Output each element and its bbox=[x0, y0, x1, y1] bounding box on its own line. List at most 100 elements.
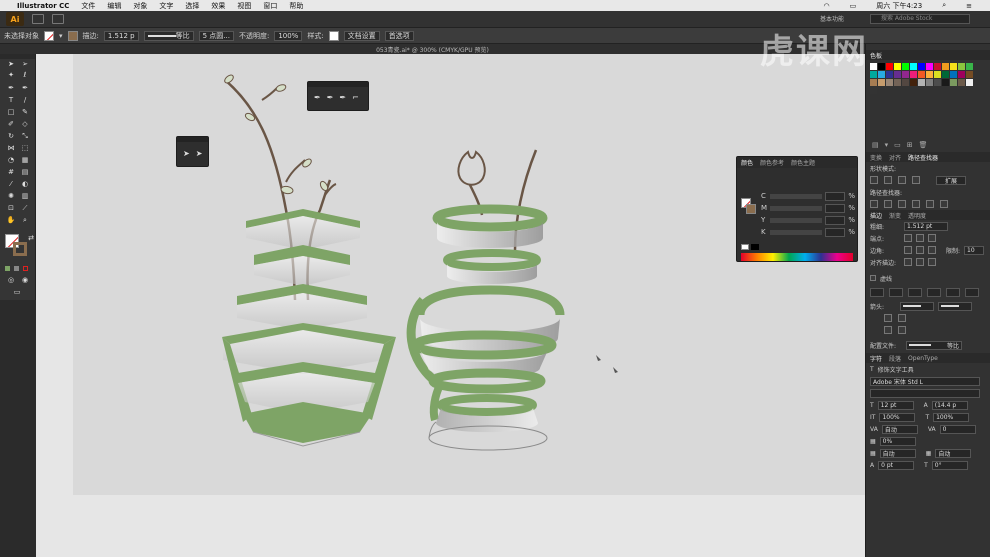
color-swatch[interactable] bbox=[942, 79, 949, 86]
scale-tool-icon[interactable]: ⤡ bbox=[20, 132, 30, 140]
new-group-icon[interactable]: ▭ bbox=[894, 141, 901, 149]
color-swatch[interactable] bbox=[910, 71, 917, 78]
miter-join-icon[interactable] bbox=[904, 246, 912, 254]
pen-tool-icon[interactable]: ✒ bbox=[6, 84, 16, 92]
lasso-icon[interactable]: ℓ bbox=[20, 71, 30, 79]
white-swatch[interactable] bbox=[741, 244, 749, 250]
swap-colors-icon[interactable]: ⇄ bbox=[26, 234, 36, 242]
touch-type-button[interactable]: 修饰文字工具 bbox=[878, 365, 914, 374]
align-outside-icon[interactable] bbox=[928, 258, 936, 266]
tab-transparency[interactable]: 透明度 bbox=[908, 211, 926, 220]
color-mode-icon[interactable] bbox=[5, 266, 10, 271]
eyedropper-icon[interactable]: ⁄ bbox=[6, 180, 16, 188]
round-join-icon[interactable] bbox=[916, 246, 924, 254]
tab-transform[interactable]: 变换 bbox=[870, 153, 882, 162]
color-swatch[interactable] bbox=[910, 79, 917, 86]
end-arrow-select[interactable] bbox=[938, 301, 972, 311]
swatch-grid[interactable] bbox=[866, 60, 990, 138]
color-swatch[interactable] bbox=[958, 71, 965, 78]
blend-tool-icon[interactable]: ◐ bbox=[20, 180, 30, 188]
crop-icon[interactable] bbox=[912, 200, 920, 208]
color-swatch[interactable] bbox=[878, 71, 885, 78]
color-swatch[interactable] bbox=[870, 79, 877, 86]
tab-stroke[interactable]: 描边 bbox=[870, 211, 882, 220]
stem-path[interactable] bbox=[261, 87, 278, 101]
rectangle-tool-icon[interactable]: □ bbox=[6, 108, 16, 116]
show-kinds-icon[interactable]: ▾ bbox=[885, 141, 889, 149]
vase-ring[interactable] bbox=[415, 285, 565, 316]
color-swatch[interactable] bbox=[886, 71, 893, 78]
leaf[interactable] bbox=[301, 157, 313, 168]
color-swatch[interactable] bbox=[926, 79, 933, 86]
aki-left-field[interactable]: 自动 bbox=[879, 448, 916, 458]
color-spectrum[interactable] bbox=[741, 253, 853, 261]
tracking-field[interactable]: 0 bbox=[939, 424, 976, 434]
delete-icon[interactable]: 🗑 bbox=[919, 141, 928, 149]
symbol-sprayer-icon[interactable]: ✺ bbox=[6, 192, 16, 200]
group-select-icon[interactable]: ➤ bbox=[196, 149, 203, 158]
bevel-join-icon[interactable] bbox=[928, 246, 936, 254]
minus-back-icon[interactable] bbox=[940, 200, 948, 208]
left-vase[interactable] bbox=[222, 73, 396, 447]
character-rotation-field[interactable]: 0° bbox=[931, 460, 968, 470]
arrow-scale-field[interactable] bbox=[884, 314, 892, 322]
trim-icon[interactable] bbox=[884, 200, 892, 208]
graph-tool-icon[interactable]: ▥ bbox=[20, 192, 30, 200]
perspective-grid-icon[interactable]: ▦ bbox=[20, 156, 30, 164]
artwork-layer[interactable] bbox=[0, 0, 990, 557]
draw-mode-icon[interactable]: ◎ bbox=[6, 276, 16, 284]
aki-right-field[interactable]: 自动 bbox=[935, 448, 972, 458]
limit-field[interactable]: 10 bbox=[964, 245, 985, 255]
color-swatch[interactable] bbox=[878, 79, 885, 86]
color-swatch[interactable] bbox=[870, 87, 877, 94]
color-swatch[interactable] bbox=[958, 79, 965, 86]
arrow-align-icon[interactable] bbox=[898, 326, 906, 334]
tab-character[interactable]: 字符 bbox=[870, 354, 882, 363]
gap-field[interactable] bbox=[889, 287, 903, 297]
butt-cap-icon[interactable] bbox=[904, 234, 912, 242]
panel-stroke-swatch[interactable] bbox=[746, 204, 756, 214]
k-slider[interactable] bbox=[770, 229, 823, 235]
selection-tool-icon[interactable]: ➤ bbox=[6, 60, 16, 68]
vertical-scale-field[interactable]: 100% bbox=[879, 412, 916, 422]
eraser-icon[interactable]: ◇ bbox=[20, 120, 30, 128]
leaf[interactable] bbox=[223, 73, 235, 84]
vase-ring[interactable] bbox=[443, 249, 541, 271]
round-cap-icon[interactable] bbox=[916, 234, 924, 242]
gradient-tool-icon[interactable]: ▤ bbox=[20, 168, 30, 176]
gap-field[interactable] bbox=[965, 287, 979, 297]
start-arrow-select[interactable] bbox=[900, 301, 934, 311]
anchor-point-icon[interactable]: ⌐ bbox=[352, 93, 359, 102]
color-swatch[interactable] bbox=[918, 79, 925, 86]
none-mode-icon[interactable] bbox=[23, 266, 28, 271]
y-input[interactable] bbox=[825, 215, 846, 225]
m-slider[interactable] bbox=[770, 205, 823, 211]
align-center-icon[interactable] bbox=[904, 258, 912, 266]
intersect-icon[interactable] bbox=[898, 176, 906, 184]
c-slider[interactable] bbox=[770, 193, 823, 199]
outline-icon[interactable] bbox=[926, 200, 934, 208]
vase-ring[interactable] bbox=[432, 204, 548, 232]
tab-paragraph[interactable]: 段落 bbox=[889, 354, 901, 363]
arrow-align-icon[interactable] bbox=[884, 326, 892, 334]
baseline-shift-field[interactable]: 0 pt bbox=[878, 460, 915, 470]
dash-field[interactable] bbox=[946, 287, 960, 297]
color-swatch[interactable] bbox=[934, 71, 941, 78]
color-swatch[interactable] bbox=[950, 79, 957, 86]
mesh-tool-icon[interactable]: # bbox=[6, 168, 16, 176]
zoom-tool-icon[interactable]: ⌕ bbox=[20, 216, 30, 224]
font-size-field[interactable]: 12 pt bbox=[877, 400, 914, 410]
color-swatch[interactable] bbox=[902, 79, 909, 86]
free-transform-icon[interactable]: ⬚ bbox=[20, 144, 30, 152]
color-swatch[interactable] bbox=[870, 71, 877, 78]
color-swatch[interactable] bbox=[942, 71, 949, 78]
font-style-select[interactable] bbox=[870, 388, 980, 398]
flower-bud[interactable] bbox=[457, 150, 486, 186]
leaf[interactable] bbox=[275, 83, 287, 92]
leading-field[interactable]: (14.4 p bbox=[931, 400, 968, 410]
color-swatch[interactable] bbox=[886, 79, 893, 86]
right-vase[interactable] bbox=[406, 149, 565, 451]
k-input[interactable] bbox=[825, 227, 846, 237]
vase-ring[interactable] bbox=[428, 368, 546, 394]
artboard-tool-icon[interactable]: ⊡ bbox=[6, 204, 16, 212]
